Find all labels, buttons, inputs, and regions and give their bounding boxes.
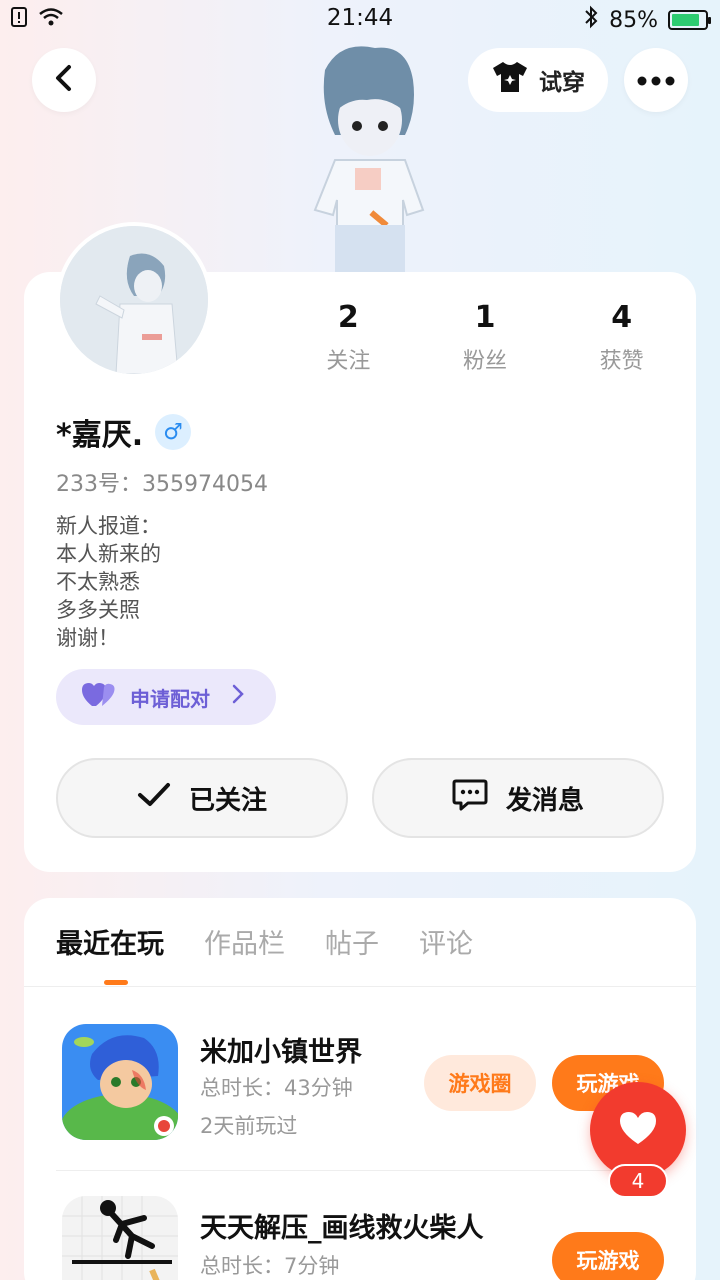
more-dots-icon xyxy=(637,71,675,90)
avatar-figure xyxy=(295,40,445,273)
stat-value: 2 xyxy=(337,300,359,335)
game-title: 米加小镇世界 xyxy=(200,1037,362,1068)
user-id: 233号：355974054 xyxy=(56,472,268,497)
username: *嘉厌. xyxy=(56,418,144,453)
tab-recently-played[interactable]: 最近在玩 xyxy=(56,922,164,961)
chat-bubble-icon xyxy=(452,778,488,819)
game-icon xyxy=(62,1196,178,1280)
username-row: *嘉厌. ♂ xyxy=(56,410,192,454)
check-icon xyxy=(137,782,171,815)
male-icon: ♂ xyxy=(155,414,192,450)
game-last-played: 2天前玩过 xyxy=(200,1114,298,1138)
request-pair-button[interactable]: 申请配对 xyxy=(56,669,276,725)
divider xyxy=(56,1170,666,1171)
game-circle-button[interactable]: 游戏圈 xyxy=(424,1055,536,1111)
game-duration: 总时长：43分钟 xyxy=(200,1076,353,1100)
profile-stats: 2 关注 1 粉丝 4 获赞 xyxy=(280,300,690,375)
game-item[interactable]: 天天解压_画线救火柴人 总时长：7分钟 玩游戏 xyxy=(56,1196,666,1280)
stat-label: 关注 xyxy=(326,349,371,374)
tab-works[interactable]: 作品栏 xyxy=(204,922,285,961)
tab-posts[interactable]: 帖子 xyxy=(325,922,379,961)
stat-value: 1 xyxy=(474,300,496,335)
stat-following[interactable]: 2 关注 xyxy=(280,300,417,375)
try-on-label: 试穿 xyxy=(539,70,585,96)
bio-line: 谢谢！ xyxy=(56,626,119,650)
like-count-badge: 4 xyxy=(608,1164,668,1198)
send-message-label: 发消息 xyxy=(505,785,584,816)
followed-button[interactable]: 已关注 xyxy=(56,758,348,838)
battery-percent: 85% xyxy=(609,7,658,33)
tab-indicator xyxy=(104,980,128,985)
more-button[interactable] xyxy=(624,48,688,112)
bio-line: 新人报道： xyxy=(56,514,161,538)
stat-value: 4 xyxy=(611,300,633,335)
tab-comments[interactable]: 评论 xyxy=(419,922,473,961)
back-button[interactable] xyxy=(32,48,96,112)
chevron-right-icon xyxy=(232,684,244,710)
stat-label: 获赞 xyxy=(599,349,644,374)
game-item[interactable]: 米加小镇世界 总时长：43分钟 2天前玩过 游戏圈 玩游戏 xyxy=(56,1024,666,1144)
bluetooth-icon xyxy=(583,5,599,35)
send-message-button[interactable]: 发消息 xyxy=(372,758,664,838)
divider xyxy=(24,986,696,987)
bio: 新人报道： 本人新来的 不太熟悉 多多关照 谢谢！ xyxy=(56,512,161,652)
tab-bar: 最近在玩 作品栏 帖子 评论 xyxy=(56,922,473,961)
bio-line: 本人新来的 xyxy=(56,542,161,566)
double-heart-icon xyxy=(82,682,116,713)
tshirt-icon xyxy=(491,60,529,100)
try-on-button[interactable]: 试穿 xyxy=(468,48,608,112)
stat-label: 粉丝 xyxy=(463,349,508,374)
followed-label: 已关注 xyxy=(188,785,267,816)
bio-line: 不太熟悉 xyxy=(56,570,140,594)
request-pair-label: 申请配对 xyxy=(130,686,210,711)
bio-line: 多多关照 xyxy=(56,598,140,622)
avatar[interactable] xyxy=(56,222,212,378)
game-title: 天天解压_画线救火柴人 xyxy=(200,1213,484,1244)
play-game-button[interactable]: 玩游戏 xyxy=(552,1232,664,1280)
back-arrow-icon xyxy=(52,64,76,96)
heart-icon xyxy=(618,1110,658,1150)
stat-likes[interactable]: 4 获赞 xyxy=(553,300,690,375)
status-bar: 21:44 85% xyxy=(0,0,720,38)
stat-followers[interactable]: 1 粉丝 xyxy=(417,300,554,375)
game-icon xyxy=(62,1024,178,1140)
battery-icon xyxy=(668,10,711,30)
game-duration: 总时长：7分钟 xyxy=(200,1254,340,1278)
